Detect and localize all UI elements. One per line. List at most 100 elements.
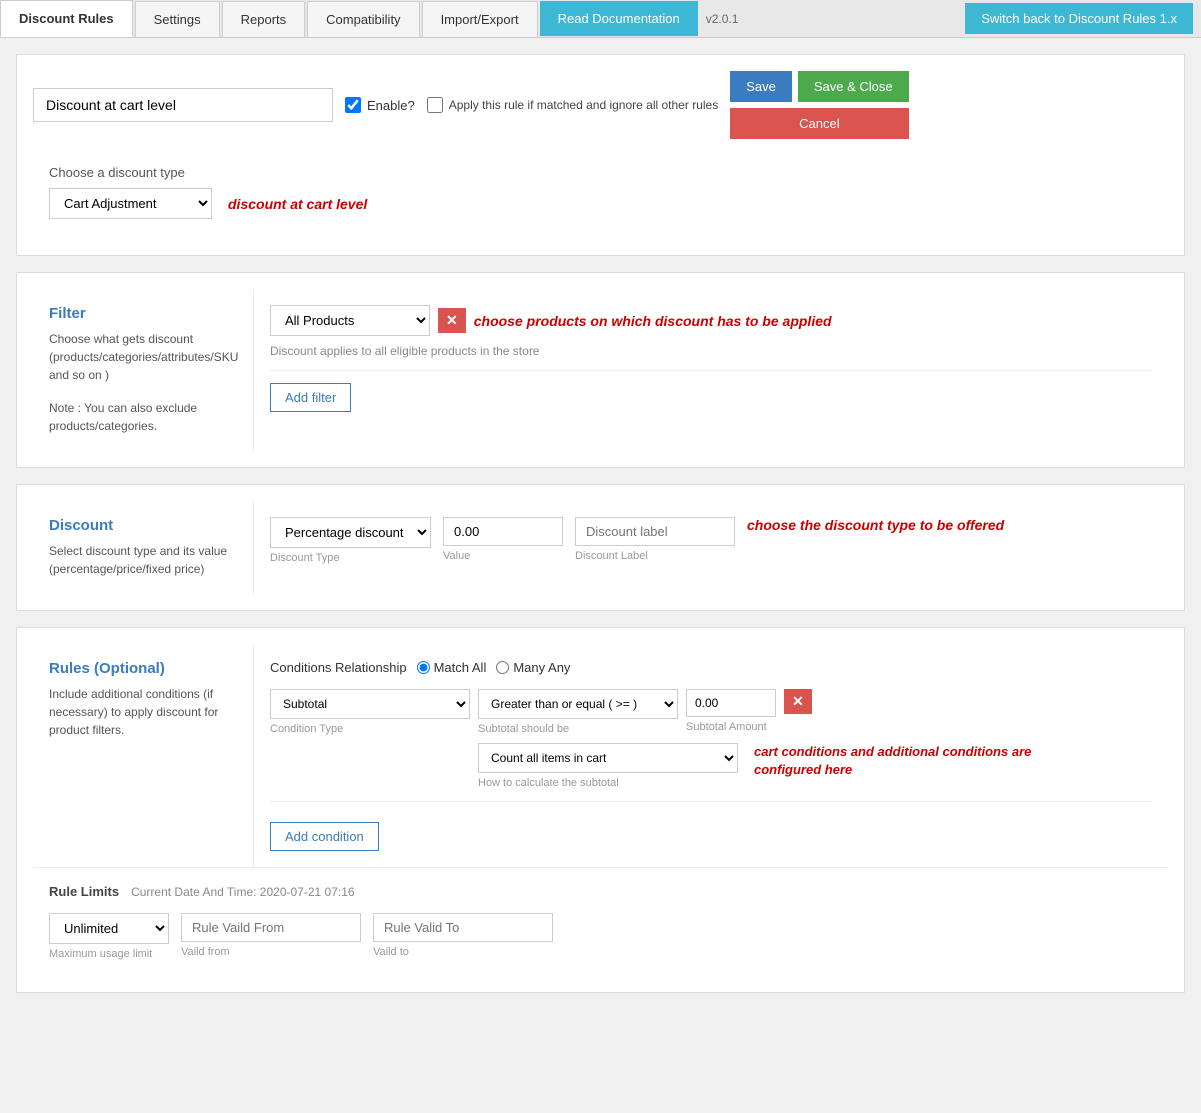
tab-reports[interactable]: Reports: [222, 1, 306, 37]
valid-to-field: Vaild to: [373, 913, 553, 958]
add-filter-button[interactable]: Add filter: [270, 383, 351, 412]
valid-to-label: Vaild to: [373, 946, 553, 958]
discount-value-input[interactable]: [443, 517, 563, 546]
filter-type-select[interactable]: All Products Specific Products Specific …: [270, 305, 430, 336]
match-all-radio-group: Match All: [417, 660, 487, 675]
discount-card: Discount Select discount type and its va…: [16, 484, 1185, 611]
valid-from-field: Vaild from: [181, 913, 361, 958]
count-select[interactable]: Count all items in cart Count unique ite…: [478, 743, 738, 773]
max-usage-select[interactable]: Unlimited 1 5 10 Custom: [49, 913, 169, 944]
condition-remove-button[interactable]: ✕: [784, 689, 812, 714]
subtotal-amount-label: Subtotal Amount: [686, 721, 776, 733]
count-field: Count all items in cart Count unique ite…: [478, 743, 738, 789]
match-all-radio[interactable]: [417, 661, 430, 674]
save-button[interactable]: Save: [730, 71, 792, 102]
rule-limits-date: Current Date And Time: 2020-07-21 07:16: [131, 885, 354, 899]
discount-annotation: choose the discount type to be offered: [747, 517, 1004, 533]
filter-left-col: Filter Choose what gets discount (produc…: [33, 289, 253, 451]
condition-operator-select[interactable]: Greater than or equal ( >= ) Less than o…: [478, 689, 678, 719]
many-any-radio[interactable]: [496, 661, 509, 674]
rule-name-input[interactable]: [33, 88, 333, 122]
tab-settings[interactable]: Settings: [135, 1, 220, 37]
discount-type-field: Percentage discount Fixed discount Fixed…: [270, 517, 431, 564]
rules-left-col: Rules (Optional) Include additional cond…: [33, 644, 253, 867]
action-buttons: Save Save & Close Cancel: [730, 71, 908, 139]
subtotal-should-be-label: Subtotal should be: [478, 723, 678, 735]
discount-value-type-select[interactable]: Percentage discount Fixed discount Fixed…: [270, 517, 431, 548]
apply-rule-text: Apply this rule if matched and ignore al…: [449, 98, 718, 112]
filter-remove-button[interactable]: ✕: [438, 308, 466, 333]
tab-discount-rules[interactable]: Discount Rules: [0, 0, 133, 37]
discount-title: Discount: [49, 517, 237, 534]
main-content: Enable? Apply this rule if matched and i…: [0, 38, 1201, 1025]
discount-label-field: Discount Label: [575, 517, 735, 562]
discount-type-select[interactable]: Cart Adjustment Percentage Discount Fixe…: [49, 188, 212, 219]
rule-limits-header: Rule Limits Current Date And Time: 2020-…: [49, 884, 1152, 899]
condition-row: Subtotal Cart Total Item Quantity Produc…: [270, 689, 1152, 735]
conditions-relationship: Conditions Relationship Match All Many A…: [270, 660, 1152, 675]
apply-rule-checkbox[interactable]: [427, 97, 443, 113]
condition-amount-input[interactable]: [686, 689, 776, 717]
rule-limits-fields: Unlimited 1 5 10 Custom Maximum usage li…: [49, 913, 1152, 960]
discount-label-field-label: Discount Label: [575, 550, 735, 562]
many-any-radio-group: Many Any: [496, 660, 570, 675]
discount-type-row: Cart Adjustment Percentage Discount Fixe…: [49, 188, 1152, 219]
tab-import-export[interactable]: Import/Export: [422, 1, 538, 37]
how-to-calc-label: How to calculate the subtotal: [478, 777, 738, 789]
max-usage-label: Maximum usage limit: [49, 948, 169, 960]
condition-type-label: Condition Type: [270, 723, 470, 735]
filter-desc: Choose what gets discount (products/cate…: [49, 330, 237, 384]
discount-fields: Percentage discount Fixed discount Fixed…: [270, 517, 1152, 564]
rule-limits-title: Rule Limits: [49, 884, 119, 899]
rules-two-col: Rules (Optional) Include additional cond…: [33, 644, 1168, 867]
condition-operator-field: Greater than or equal ( >= ) Less than o…: [478, 689, 678, 735]
filter-two-col: Filter Choose what gets discount (produc…: [33, 289, 1168, 451]
discount-type-section: Choose a discount type Cart Adjustment P…: [33, 155, 1168, 239]
save-close-button[interactable]: Save & Close: [798, 71, 909, 102]
filter-row: All Products Specific Products Specific …: [270, 305, 1152, 336]
switch-back-button[interactable]: Switch back to Discount Rules 1.x: [965, 3, 1193, 34]
rules-right-col: Conditions Relationship Match All Many A…: [253, 644, 1168, 867]
enable-group: Enable?: [345, 97, 415, 113]
discount-value-label: Value: [443, 550, 563, 562]
enable-checkbox[interactable]: [345, 97, 361, 113]
tab-compatibility[interactable]: Compatibility: [307, 1, 419, 37]
max-usage-field: Unlimited 1 5 10 Custom Maximum usage li…: [49, 913, 169, 960]
filter-title: Filter: [49, 305, 237, 322]
discount-value-field: Value: [443, 517, 563, 562]
version-label: v2.0.1: [706, 12, 739, 26]
discount-desc: Select discount type and its value (perc…: [49, 542, 237, 578]
discount-right-col: Percentage discount Fixed discount Fixed…: [253, 501, 1168, 594]
discount-type-annotation: discount at cart level: [228, 196, 367, 212]
filter-right-col: All Products Specific Products Specific …: [253, 289, 1168, 451]
filter-card: Filter Choose what gets discount (produc…: [16, 272, 1185, 468]
valid-from-input[interactable]: [181, 913, 361, 942]
conditions-rel-label: Conditions Relationship: [270, 660, 407, 675]
many-any-label: Many Any: [513, 660, 570, 675]
rules-title: Rules (Optional): [49, 660, 237, 677]
condition-type-field: Subtotal Cart Total Item Quantity Produc…: [270, 689, 470, 735]
top-navigation: Discount Rules Settings Reports Compatib…: [0, 0, 1201, 38]
action-bar-card: Enable? Apply this rule if matched and i…: [16, 54, 1185, 256]
action-bar: Enable? Apply this rule if matched and i…: [33, 71, 1168, 139]
discount-left-col: Discount Select discount type and its va…: [33, 501, 253, 594]
add-condition-button[interactable]: Add condition: [270, 822, 379, 851]
match-all-label: Match All: [434, 660, 487, 675]
discount-two-col: Discount Select discount type and its va…: [33, 501, 1168, 594]
valid-from-label: Vaild from: [181, 946, 361, 958]
rules-desc: Include additional conditions (if necess…: [49, 685, 237, 739]
count-annotation-row: Count all items in cart Count unique ite…: [270, 743, 1152, 789]
enable-label: Enable?: [367, 98, 415, 113]
apply-rule-group: Apply this rule if matched and ignore al…: [427, 97, 718, 113]
rule-limits-section: Rule Limits Current Date And Time: 2020-…: [33, 867, 1168, 976]
condition-type-select[interactable]: Subtotal Cart Total Item Quantity Produc…: [270, 689, 470, 719]
discount-type-field-label: Discount Type: [270, 552, 431, 564]
valid-to-input[interactable]: [373, 913, 553, 942]
discount-label-input[interactable]: [575, 517, 735, 546]
cancel-button[interactable]: Cancel: [730, 108, 908, 139]
filter-note: Note : You can also exclude products/cat…: [49, 399, 237, 435]
choose-discount-type-label: Choose a discount type: [49, 165, 1152, 180]
read-documentation-button[interactable]: Read Documentation: [540, 1, 698, 36]
condition-amount-field: Subtotal Amount: [686, 689, 776, 733]
filter-annotation: choose products on which discount has to…: [474, 313, 832, 329]
